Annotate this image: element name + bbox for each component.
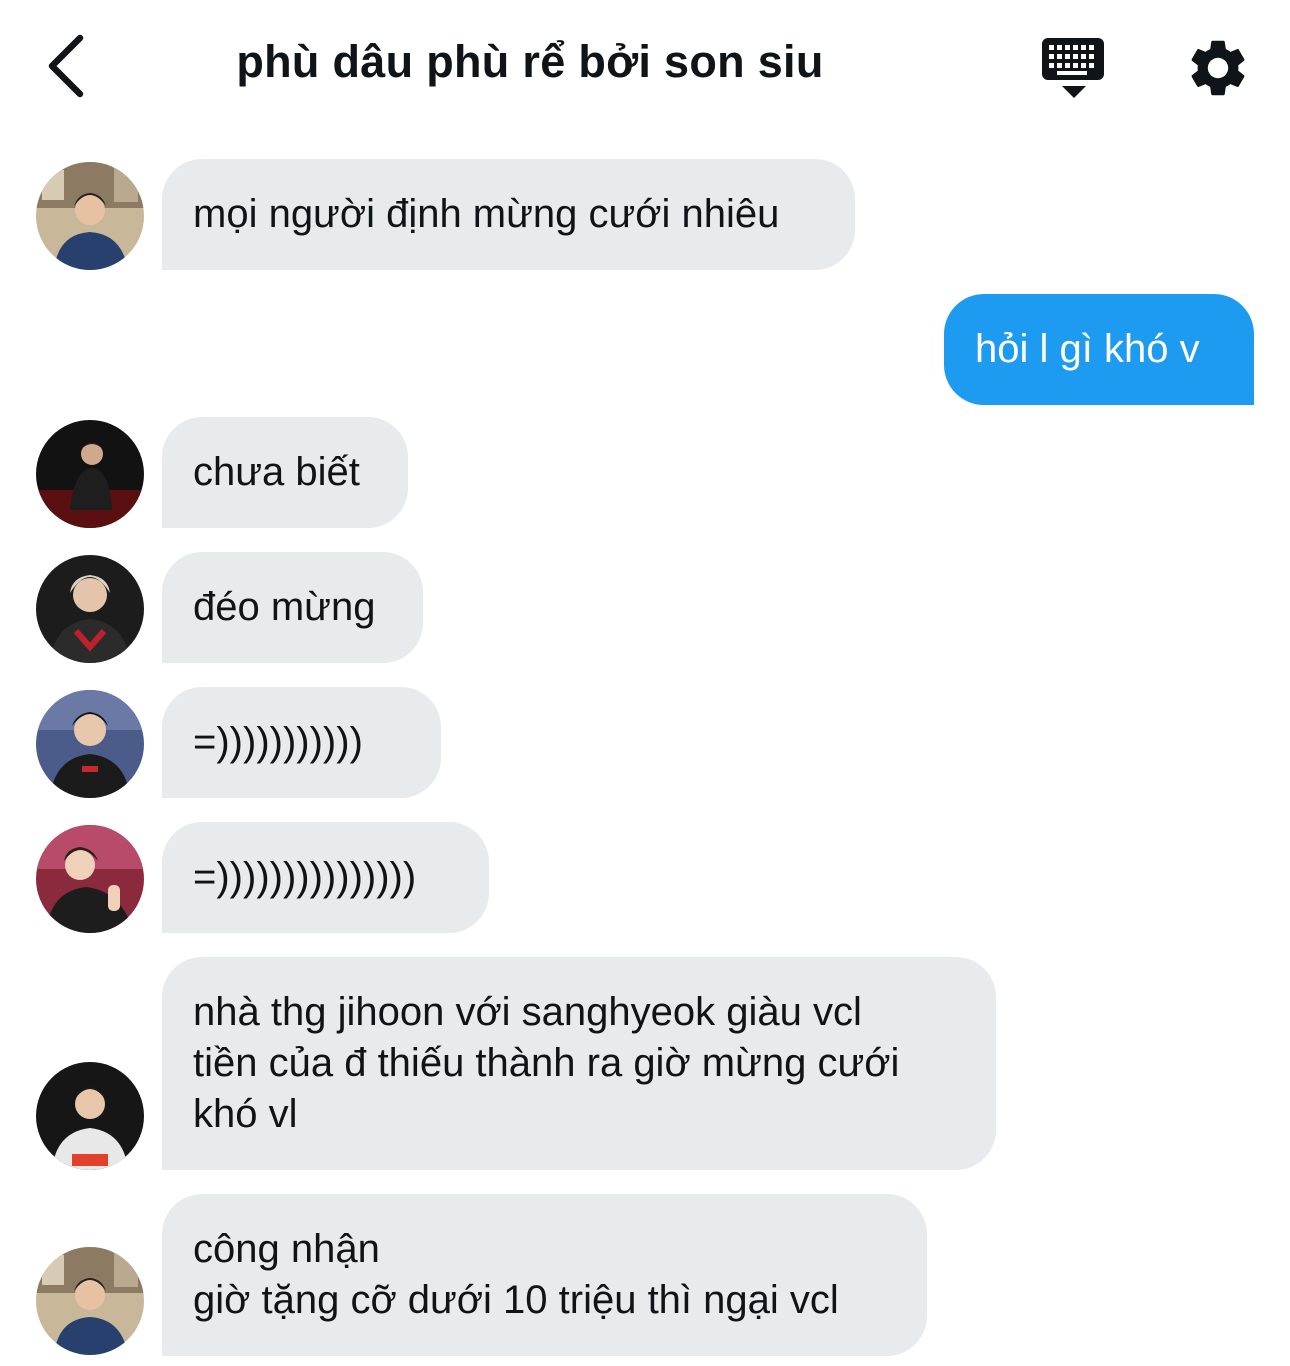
avatar[interactable] [36,1062,144,1170]
message-text: =))))))))))))))) [193,855,417,899]
message-bubble[interactable]: công nhận giờ tặng cỡ dưới 10 triệu thì … [162,1194,927,1356]
message-bubble[interactable]: đéo mừng [162,552,423,663]
avatar[interactable] [36,420,144,528]
message-text-line: nhà thg jihoon với sanghyeok giàu vcl [193,990,862,1034]
message-text: đéo mừng [193,585,376,629]
back-button[interactable] [38,30,98,102]
message-bubble[interactable]: nhà thg jihoon với sanghyeok giàu vcl ti… [162,957,996,1170]
gear-icon [1191,40,1245,96]
keyboard-icon [1042,38,1104,98]
chat-header: phù dâu phù rể bởi son siu [0,0,1290,135]
avatar[interactable] [36,825,144,933]
message-text-line: khó vl [193,1092,298,1136]
avatar[interactable] [36,690,144,798]
message-bubble[interactable]: =))))))))))))))) [162,822,489,933]
message-bubble[interactable]: mọi người định mừng cưới nhiêu [162,159,855,270]
conversation-title: phù dâu phù rể bởi son siu [236,36,824,87]
message-bubble[interactable]: chưa biết [162,417,408,528]
message-bubble-outgoing[interactable]: hỏi l gì khó v [944,294,1254,405]
message-text: hỏi l gì khó v [975,327,1200,371]
message-text: =))))))))))) [193,720,363,764]
settings-button[interactable] [1184,34,1252,102]
avatar[interactable] [36,162,144,270]
keyboard-toggle-button[interactable] [1040,36,1108,102]
message-text-line: tiền của đ thiếu thành ra giờ mừng cưới [193,1041,900,1085]
message-text-line: công nhận [193,1227,380,1271]
message-text: chưa biết [193,450,360,494]
message-text: mọi người định mừng cưới nhiêu [193,192,780,236]
avatar[interactable] [36,555,144,663]
avatar[interactable] [36,1247,144,1355]
message-bubble[interactable]: =))))))))))) [162,687,441,798]
message-text-line: giờ tặng cỡ dưới 10 triệu thì ngại vcl [193,1278,839,1322]
chevron-left-icon [48,34,84,98]
